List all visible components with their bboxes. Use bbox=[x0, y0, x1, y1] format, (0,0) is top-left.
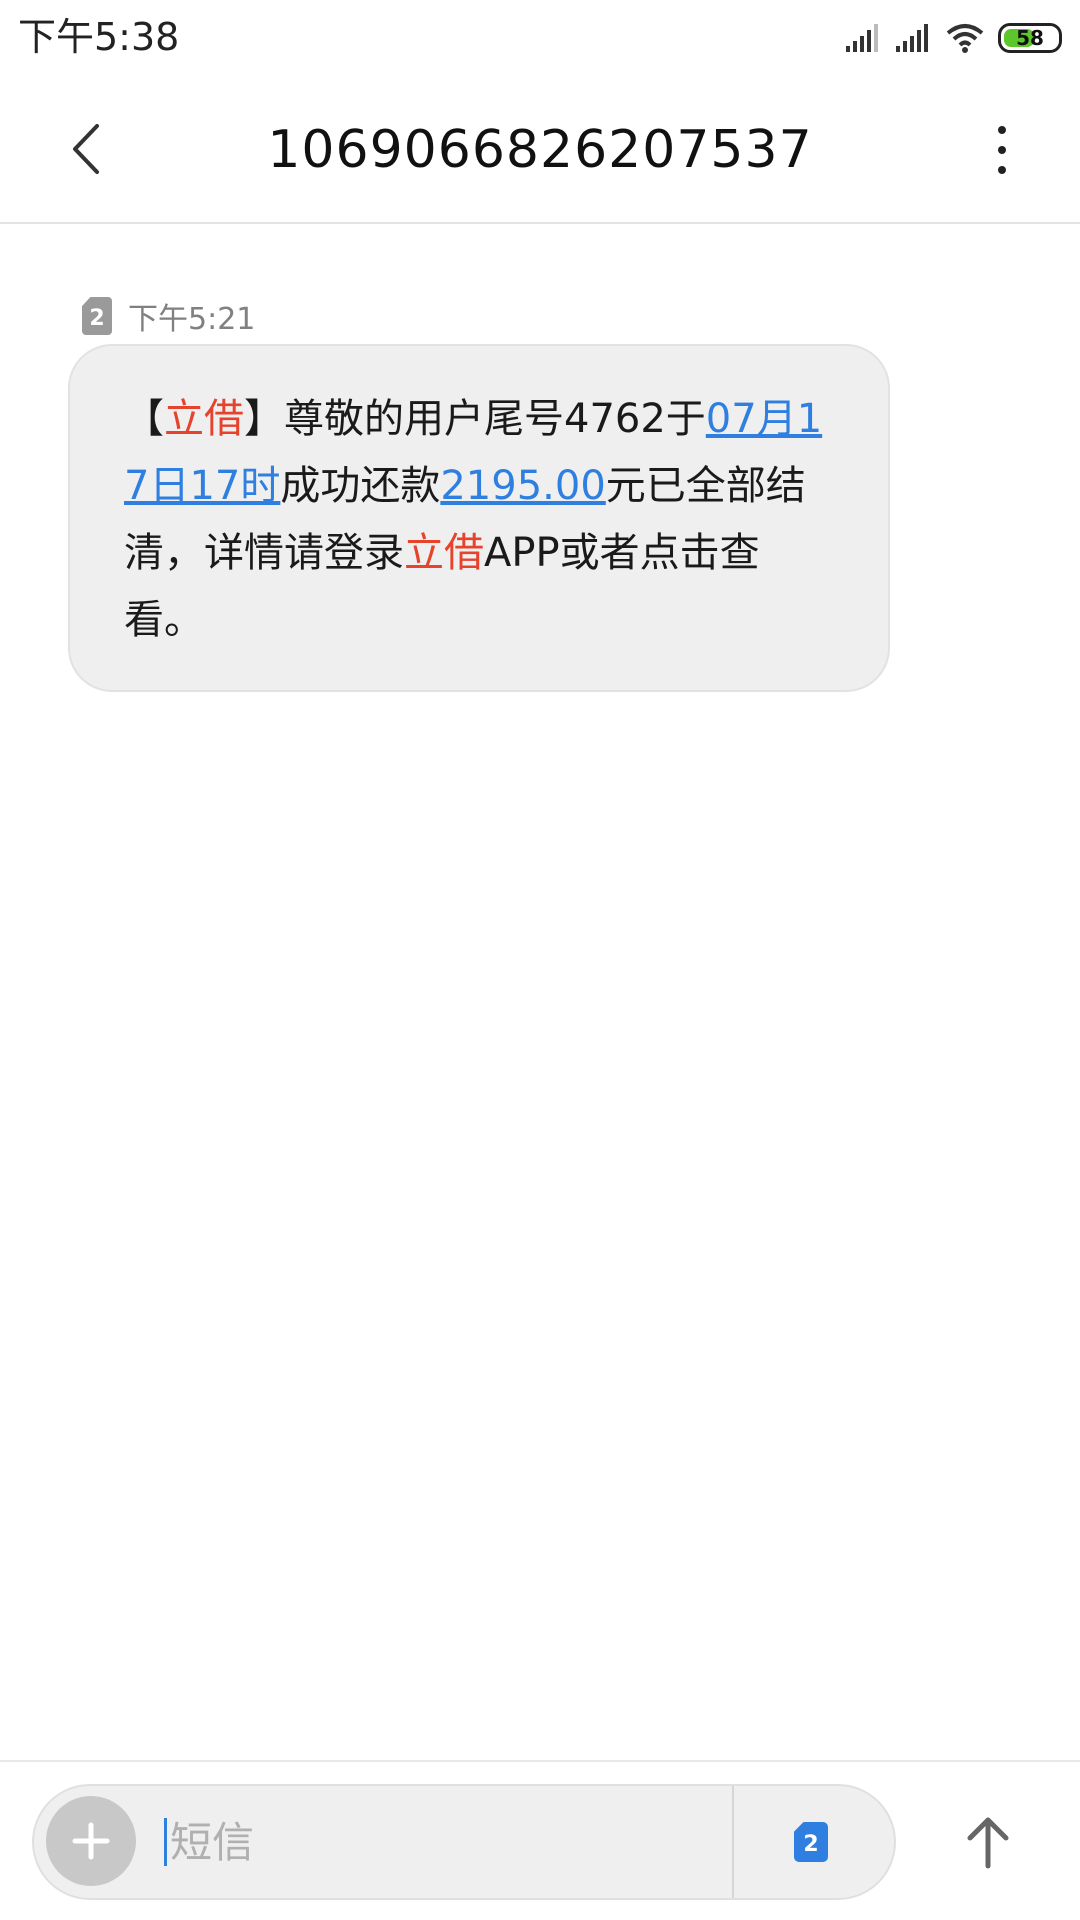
arrow-up-icon bbox=[967, 1817, 1009, 1869]
sim-card-icon: 2 bbox=[82, 297, 112, 335]
status-bar: 下午5:38 58 bbox=[0, 0, 1080, 74]
plus-icon bbox=[72, 1822, 110, 1860]
send-button[interactable] bbox=[958, 1802, 1018, 1882]
sender-name: 立借 bbox=[164, 396, 244, 442]
text-cursor bbox=[164, 1818, 167, 1866]
page-title: 1069066826207537 bbox=[267, 120, 813, 180]
divider bbox=[732, 1786, 734, 1898]
message-composer: 短信 2 bbox=[0, 1760, 1080, 1920]
app-name: 立借 bbox=[404, 530, 484, 576]
battery-indicator: 58 bbox=[998, 23, 1062, 53]
message-timestamp: 下午5:21 bbox=[128, 302, 256, 337]
sms-conversation-screen: 下午5:38 58 1069066826207537 2 下午5:21 【立借】… bbox=[0, 0, 1080, 1920]
signal-icon bbox=[846, 24, 878, 52]
sim-select-button[interactable]: 2 bbox=[794, 1822, 828, 1862]
wifi-icon bbox=[946, 24, 984, 53]
message-input-box[interactable]: 短信 2 bbox=[32, 1784, 896, 1900]
add-attachment-button[interactable] bbox=[46, 1796, 136, 1886]
signal-icon bbox=[896, 24, 928, 52]
conversation-header: 1069066826207537 bbox=[0, 74, 1080, 224]
amount-link[interactable]: 2195.00 bbox=[440, 463, 605, 509]
status-time: 下午5:38 bbox=[18, 15, 180, 59]
more-vertical-icon bbox=[998, 126, 1006, 134]
message-bubble[interactable]: 【立借】尊敬的用户尾号4762于07月17日17时成功还款2195.00元已全部… bbox=[68, 344, 890, 692]
battery-icon: 58 bbox=[998, 23, 1062, 53]
message-text: 【立借】尊敬的用户尾号4762于07月17日17时成功还款2195.00元已全部… bbox=[124, 396, 823, 643]
message-input[interactable]: 短信 bbox=[170, 1816, 254, 1870]
more-options-button[interactable] bbox=[992, 118, 1012, 182]
battery-level: 58 bbox=[1016, 26, 1044, 50]
message-meta: 2 下午5:21 bbox=[82, 296, 256, 337]
status-icons: 58 bbox=[846, 18, 1062, 58]
